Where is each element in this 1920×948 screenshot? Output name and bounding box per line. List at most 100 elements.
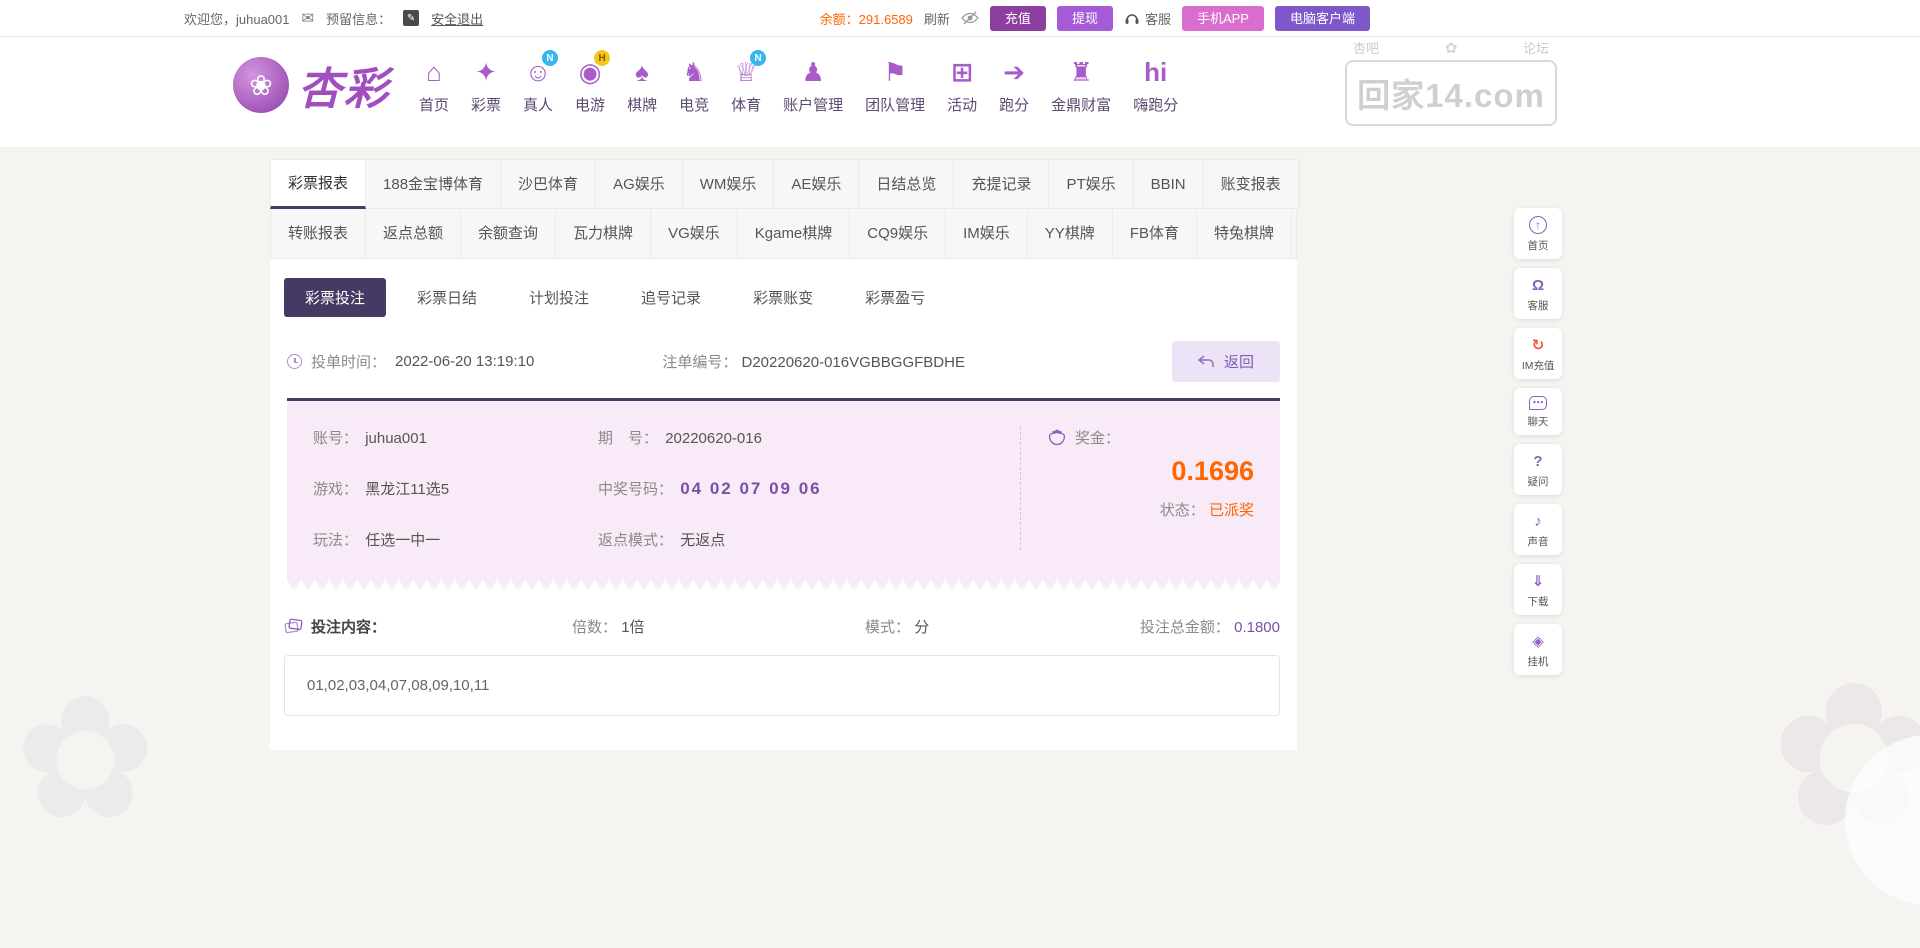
watermark-right-text: 论坛 [1523,38,1549,57]
side-item-chat[interactable]: ⋯ 聊天 [1514,388,1562,435]
nav-label-sports: 体育 [731,94,761,115]
side-label-sound: 声音 [1528,533,1549,548]
nav-item-jinding-wealth[interactable]: ♜ 金鼎财富 [1040,55,1122,115]
subtab-lottery-account-change[interactable]: 彩票账变 [732,278,834,317]
side-label-download: 下载 [1528,593,1549,608]
wealth-icon: ♜ [1070,55,1093,89]
nav-item-lottery[interactable]: ✦ 彩票 [460,55,512,115]
subtab-plan-bet[interactable]: 计划投注 [508,278,610,317]
bet-content-title: 投注内容： [284,616,572,637]
edit-icon[interactable]: ✎ [403,10,419,26]
nav-label-paofen: 跑分 [999,94,1029,115]
eye-hidden-icon[interactable] [961,11,979,25]
report-tabs-row-1: 彩票报表 188金宝博体育 沙巴体育 AG娱乐 WM娱乐 AE娱乐 日结总览 充… [270,159,1297,209]
tab-ag-entertainment[interactable]: AG娱乐 [596,159,683,209]
tab-wali-chess[interactable]: 瓦力棋牌 [556,209,651,259]
bet-multiple: 倍数： 1倍 [572,616,865,637]
nav-item-activity[interactable]: ⊞ 活动 [936,55,988,115]
tab-vg-entertainment[interactable]: VG娱乐 [651,209,738,259]
tab-balance-query[interactable]: 余额查询 [461,209,556,259]
subtab-chase-records[interactable]: 追号记录 [620,278,722,317]
zigzag-edge [287,580,1280,590]
nav-label-jinding-wealth: 金鼎财富 [1051,94,1111,115]
tab-pt-entertainment[interactable]: PT娱乐 [1049,159,1133,209]
rebate-mode-value: 无返点 [680,532,725,549]
status-value: 已派奖 [1209,502,1254,519]
side-item-question[interactable]: ? 疑问 [1514,444,1562,495]
side-item-customer-service[interactable]: Ω 客服 [1514,268,1562,319]
tab-yy-chess[interactable]: YY棋牌 [1028,209,1113,259]
subtab-lottery-profit-loss[interactable]: 彩票盈亏 [844,278,946,317]
chat-bubble-icon: ⋯ [1529,396,1547,410]
tab-bbin[interactable]: BBIN [1134,159,1204,209]
account-icon: ♟ [801,55,824,89]
logo-text: 杏彩 [298,53,390,117]
headset-icon [1124,12,1140,25]
nav-item-account-management[interactable]: ♟ 账户管理 [772,55,854,115]
pc-client-button[interactable]: 电脑客户端 [1275,6,1370,31]
tab-account-change-report[interactable]: 账变报表 [1204,159,1299,209]
status-label: 状态： [1160,502,1205,519]
tab-rebate-total[interactable]: 返点总额 [366,209,461,259]
tab-wm-entertainment[interactable]: WM娱乐 [683,159,775,209]
side-item-sound[interactable]: ♪ 声音 [1514,504,1562,555]
customer-service-link[interactable]: 客服 [1124,9,1171,28]
top-bar-inner: 欢迎您，juhua001 ✉ 预留信息： ✎ 安全退出 余额：291.6589 … [184,6,1370,31]
nav-item-live[interactable]: N ☺ 真人 [512,55,564,115]
tab-im-entertainment[interactable]: IM娱乐 [946,209,1028,259]
new-badge: N [750,50,766,66]
logout-link[interactable]: 安全退出 [431,9,483,28]
side-label-hangup: 挂机 [1528,653,1549,668]
nav-label-team-management: 团队管理 [865,94,925,115]
tab-188-sport[interactable]: 188金宝博体育 [366,159,501,209]
nav-item-home[interactable]: ⌂ 首页 [408,55,460,115]
site-logo[interactable]: ❀ 杏彩 [233,53,390,117]
nav-item-sports[interactable]: N ♕ 体育 [720,55,772,115]
nav-item-esports[interactable]: ♞ 电竞 [668,55,720,115]
tab-ae-entertainment[interactable]: AE娱乐 [774,159,859,209]
nav-item-egames[interactable]: H ◉ 电游 [564,55,616,115]
floating-side-toolbar: ↑ 首页 Ω 客服 ↻ IM充值 ⋯ 聊天 ? 疑问 ♪ 声音 ⇓ 下载 ◈ 挂… [1514,208,1562,675]
side-item-hangup[interactable]: ◈ 挂机 [1514,624,1562,675]
order-time: 投单时间： 2022-06-20 13:19:10 [287,351,534,372]
tab-cq9-entertainment[interactable]: CQ9娱乐 [850,209,946,259]
recharge-button[interactable]: 充值 [990,6,1046,31]
winning-numbers-value: 04 02 07 09 06 [680,479,821,498]
side-item-home[interactable]: ↑ 首页 [1514,208,1562,259]
bet-total: 投注总金额： 0.1800 [1140,616,1280,637]
nav-item-paofen[interactable]: ➔ 跑分 [988,55,1040,115]
nav-item-chess-cards[interactable]: ♠ 棋牌 [616,55,668,115]
mobile-app-button[interactable]: 手机APP [1182,6,1264,31]
nav-item-hi-paofen[interactable]: hi 嗨跑分 [1122,55,1189,115]
bet-detail-grid: 账号： juhua001 期 号： 20220620-016 游戏： 黑龙江11… [313,427,1020,550]
tab-tetu-chess[interactable]: 特兔棋牌 [1197,209,1292,259]
back-button[interactable]: 返回 [1172,341,1280,382]
envelope-icon[interactable]: ✉ [302,9,315,27]
speaker-icon: ♪ [1534,512,1542,530]
play-type-cell: 玩法： 任选一中一 [313,529,598,550]
tab-daily-summary[interactable]: 日结总览 [859,159,954,209]
tab-deposit-withdraw-records[interactable]: 充提记录 [954,159,1049,209]
lottery-subtabs: 彩票投注 彩票日结 计划投注 追号记录 彩票账变 彩票盈亏 [270,259,1297,317]
top-bar: 欢迎您，juhua001 ✉ 预留信息： ✎ 安全退出 余额：291.6589 … [0,0,1920,37]
withdraw-button[interactable]: 提现 [1057,6,1113,31]
side-item-download[interactable]: ⇓ 下载 [1514,564,1562,615]
account-label: 账号： [313,430,358,447]
side-item-im-recharge[interactable]: ↻ IM充值 [1514,328,1562,379]
tab-shaba-sport[interactable]: 沙巴体育 [501,159,596,209]
tab-kgame-chess[interactable]: Kgame棋牌 [738,209,851,259]
main-content: 彩票报表 188金宝博体育 沙巴体育 AG娱乐 WM娱乐 AE娱乐 日结总览 充… [270,159,1297,750]
nav-item-team-management[interactable]: ⚑ 团队管理 [854,55,936,115]
tab-lottery-report[interactable]: 彩票报表 [270,159,366,209]
subtab-lottery-bet[interactable]: 彩票投注 [284,278,386,317]
question-icon: ? [1533,452,1542,470]
tab-fb-sport[interactable]: FB体育 [1113,209,1197,259]
site-watermark: 杏吧 ✿ 论坛 回家14.com [1345,38,1557,126]
refresh-icon: ↻ [1532,336,1545,354]
tab-transfer-report[interactable]: 转账报表 [270,209,366,259]
refresh-link[interactable]: 刷新 [924,9,950,28]
balance-value: 291.6589 [859,12,913,27]
subtab-lottery-daily[interactable]: 彩票日结 [396,278,498,317]
rebate-mode-label: 返点模式： [598,532,673,549]
main-nav: ⌂ 首页 ✦ 彩票 N ☺ 真人 H ◉ 电游 ♠ 棋牌 ♞ [408,55,1189,115]
